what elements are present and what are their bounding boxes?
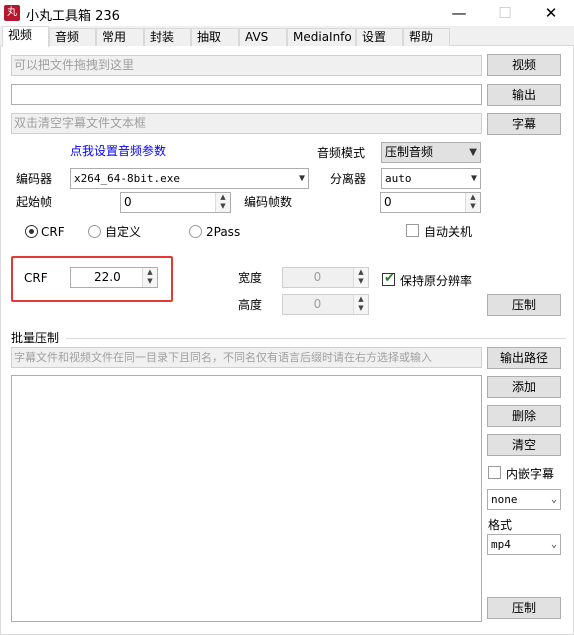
- window-title: 小丸工具箱 236: [26, 9, 120, 24]
- add-button[interactable]: 添加: [487, 376, 561, 398]
- tab-audio[interactable]: 音频: [49, 28, 96, 46]
- format-select[interactable]: mp4 ⌄: [487, 534, 561, 555]
- batch-encode-button[interactable]: 压制: [487, 597, 561, 619]
- encoder-value: x264_64-8bit.exe: [74, 172, 180, 185]
- minimize-button[interactable]: —: [436, 0, 482, 26]
- checkmark-icon: ✔: [384, 271, 395, 286]
- audio-settings-link[interactable]: 点我设置音频参数: [70, 143, 166, 159]
- chevron-down-icon: ⌄: [550, 494, 557, 505]
- splitter-label: 分离器: [330, 172, 367, 186]
- title-bar: 丸 小丸工具箱 236 — ☐ ✕: [0, 0, 574, 26]
- spin-up-icon: ▲: [358, 295, 364, 303]
- width-spinner: 0 ▲ ▼: [282, 267, 369, 288]
- width-value: 0: [313, 270, 322, 284]
- encoder-select[interactable]: x264_64-8bit.exe ▼: [70, 168, 309, 189]
- spin-up-icon[interactable]: ▲: [216, 193, 230, 202]
- start-frame-value: 0: [124, 195, 132, 209]
- embed-subtitle-checkbox[interactable]: [488, 466, 501, 479]
- start-frame-label: 起始帧: [16, 195, 53, 209]
- tab-settings[interactable]: 设置: [356, 28, 403, 46]
- frame-count-label: 编码帧数: [244, 195, 293, 209]
- group-divider: [66, 338, 566, 339]
- custom-radio[interactable]: [88, 225, 101, 238]
- delete-button[interactable]: 删除: [487, 405, 561, 427]
- height-label: 高度: [238, 298, 263, 312]
- twopass-radio[interactable]: [189, 225, 202, 238]
- twopass-radio-label: 2Pass: [206, 225, 241, 239]
- audio-mode-select[interactable]: 压制音频 ▼: [381, 142, 481, 163]
- crf-spinner[interactable]: 22.0 ▲ ▼: [70, 267, 158, 288]
- tab-avs[interactable]: AVS: [239, 28, 287, 46]
- crf-label: CRF: [24, 271, 48, 285]
- clear-button[interactable]: 清空: [487, 434, 561, 456]
- auto-shutdown-checkbox[interactable]: [406, 224, 419, 237]
- app-icon: 丸: [4, 5, 20, 21]
- subtitle-file-input[interactable]: 双击清空字幕文件文本框: [11, 113, 482, 134]
- custom-radio-label: 自定义: [105, 225, 142, 239]
- width-label: 宽度: [238, 271, 263, 285]
- tab-mux[interactable]: 封装: [144, 28, 191, 46]
- tab-video[interactable]: 视频: [2, 26, 49, 47]
- spin-up-icon: ▲: [358, 268, 364, 276]
- subtitle-language-select[interactable]: none ⌄: [487, 489, 561, 510]
- subtitle-language-value: none: [491, 493, 518, 506]
- batch-file-list[interactable]: [11, 375, 482, 622]
- output-file-input[interactable]: [11, 84, 482, 105]
- maximize-button: ☐: [498, 4, 512, 22]
- tab-help[interactable]: 帮助: [403, 28, 450, 46]
- tab-extract[interactable]: 抽取: [191, 28, 239, 46]
- encoder-label: 编码器: [16, 172, 53, 186]
- keep-resolution-label: 保持原分辨率: [400, 274, 473, 288]
- embed-subtitle-label: 内嵌字幕: [506, 467, 555, 481]
- batch-hint-input[interactable]: 字幕文件和视频文件在同一目录下且同名，不同名仅有语言后缀时请在右方选择或输入: [11, 347, 482, 368]
- keep-resolution-checkbox[interactable]: ✔: [382, 271, 395, 286]
- crf-value: 22.0: [94, 270, 121, 284]
- spin-up-icon[interactable]: ▲: [143, 268, 157, 277]
- start-frame-spinner[interactable]: 0 ▲ ▼: [120, 192, 231, 213]
- frame-count-spinner[interactable]: 0 ▲ ▼: [380, 192, 481, 213]
- height-spinner: 0 ▲ ▼: [282, 294, 369, 315]
- format-label: 格式: [488, 518, 513, 532]
- spin-up-icon[interactable]: ▲: [466, 193, 480, 202]
- spin-down-icon: ▼: [358, 277, 364, 285]
- output-button[interactable]: 输出: [487, 84, 561, 106]
- tab-common[interactable]: 常用: [96, 28, 144, 46]
- audio-mode-label: 音频模式: [317, 146, 366, 160]
- video-button[interactable]: 视频: [487, 54, 561, 76]
- batch-group-title: 批量压制: [11, 331, 60, 345]
- encode-button[interactable]: 压制: [487, 294, 561, 316]
- crf-radio-label: CRF: [41, 225, 65, 239]
- audio-mode-value: 压制音频: [385, 145, 434, 159]
- chevron-down-icon: ▼: [469, 147, 477, 158]
- spin-down-icon[interactable]: ▼: [143, 277, 157, 286]
- crf-radio[interactable]: [25, 225, 38, 238]
- chevron-down-icon: ⌄: [550, 539, 557, 550]
- frame-count-value: 0: [384, 195, 392, 209]
- close-button[interactable]: ✕: [528, 0, 574, 26]
- format-value: mp4: [491, 538, 511, 551]
- chevron-down-icon: ▼: [298, 173, 305, 184]
- spin-down-icon[interactable]: ▼: [216, 202, 230, 211]
- tab-mediainfo[interactable]: MediaInfo: [287, 28, 356, 46]
- output-path-button[interactable]: 输出路径: [487, 347, 561, 369]
- spin-down-icon[interactable]: ▼: [466, 202, 480, 211]
- height-value: 0: [313, 297, 322, 311]
- subtitle-button[interactable]: 字幕: [487, 113, 561, 135]
- splitter-value: auto: [385, 172, 412, 185]
- splitter-select[interactable]: auto ▼: [381, 168, 481, 189]
- chevron-down-icon: ▼: [470, 173, 477, 184]
- video-file-input[interactable]: 可以把文件拖拽到这里: [11, 55, 482, 76]
- auto-shutdown-label: 自动关机: [424, 225, 473, 239]
- spin-down-icon: ▼: [358, 304, 364, 312]
